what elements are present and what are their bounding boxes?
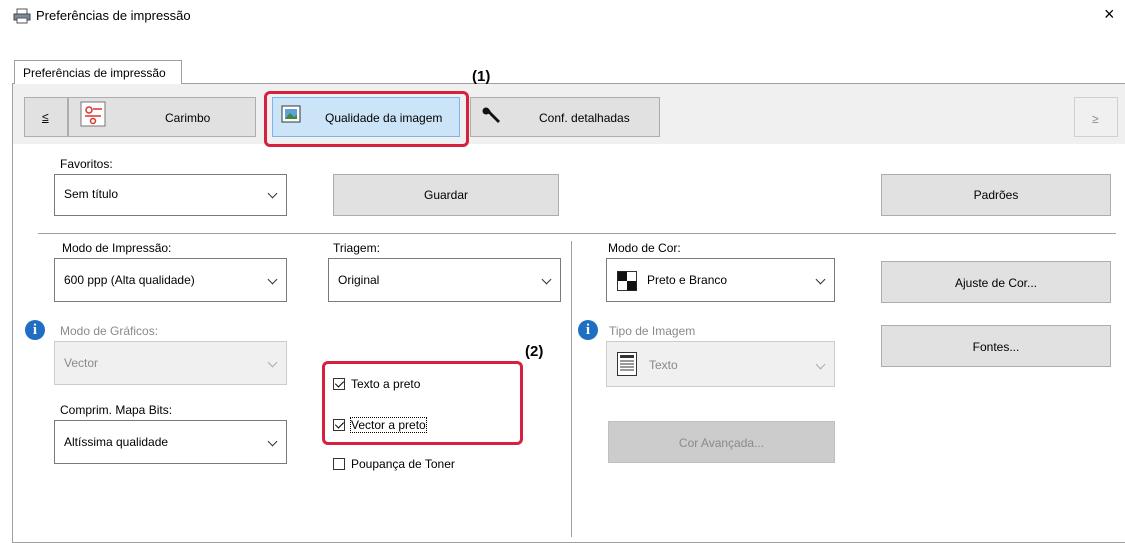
- checkbox-text-black[interactable]: Texto a preto: [333, 377, 513, 393]
- black-white-icon: [617, 271, 637, 291]
- graphics-mode-label: Modo de Gráficos:: [60, 324, 159, 338]
- nav-item-stamp[interactable]: Carimbo: [68, 97, 256, 137]
- print-mode-label: Modo de Impressão:: [62, 241, 172, 255]
- info-icon: i: [25, 320, 45, 340]
- nav-prev-button[interactable]: ≤: [24, 97, 68, 137]
- nav-next-button[interactable]: ≥: [1074, 97, 1118, 137]
- checkbox[interactable]: [333, 419, 345, 431]
- advanced-color-button: Cor Avançada...: [608, 421, 835, 463]
- checkbox[interactable]: [333, 378, 345, 390]
- checkbox-toner-save[interactable]: Poupança de Toner: [333, 457, 513, 473]
- color-adjust-button[interactable]: Ajuste de Cor...: [881, 261, 1111, 303]
- checkbox[interactable]: [333, 458, 345, 470]
- wrench-icon: [482, 107, 500, 123]
- save-button[interactable]: Guardar: [333, 174, 559, 216]
- screening-label: Triagem:: [333, 241, 380, 255]
- callout-1: (1): [472, 68, 491, 85]
- defaults-button[interactable]: Padrões: [881, 174, 1111, 216]
- fonts-button[interactable]: Fontes...: [881, 325, 1111, 367]
- image-type-label: Tipo de Imagem: [609, 324, 696, 338]
- nav-item-label: Carimbo: [165, 111, 211, 125]
- checkbox-vector-black[interactable]: Vector a preto: [333, 417, 513, 434]
- callout-2: (2): [525, 343, 544, 360]
- window-title: Preferências de impressão: [36, 8, 191, 23]
- highlight-box-1: [264, 91, 469, 147]
- divider: [38, 233, 1116, 234]
- info-icon: i: [578, 320, 598, 340]
- printer-icon: [13, 8, 31, 24]
- color-mode-label: Modo de Cor:: [608, 241, 681, 255]
- screening-dropdown[interactable]: Original: [328, 258, 561, 302]
- bitmap-compression-dropdown[interactable]: Altíssima qualidade: [54, 420, 287, 464]
- tab-panel: [12, 83, 1125, 543]
- tab-print-preferences[interactable]: Preferências de impressão: [14, 60, 182, 84]
- close-button[interactable]: ×: [1104, 4, 1115, 25]
- print-mode-dropdown[interactable]: 600 ppp (Alta qualidade): [54, 258, 287, 302]
- nav-item-label: Conf. detalhadas: [539, 111, 630, 125]
- image-type-dropdown: Texto: [606, 341, 835, 387]
- favorites-dropdown[interactable]: Sem título: [54, 174, 287, 216]
- graphics-mode-dropdown: Vector: [54, 341, 287, 385]
- bitmap-compression-label: Comprim. Mapa Bits:: [60, 403, 173, 417]
- text-document-icon: [617, 352, 637, 376]
- vertical-divider: [571, 241, 572, 537]
- stamp-icon: [80, 101, 106, 127]
- tab-label: Preferências de impressão: [23, 66, 166, 80]
- color-mode-dropdown[interactable]: Preto e Branco: [606, 258, 835, 302]
- favorites-label: Favoritos:: [60, 157, 113, 171]
- nav-item-detailed-settings[interactable]: Conf. detalhadas: [470, 97, 660, 137]
